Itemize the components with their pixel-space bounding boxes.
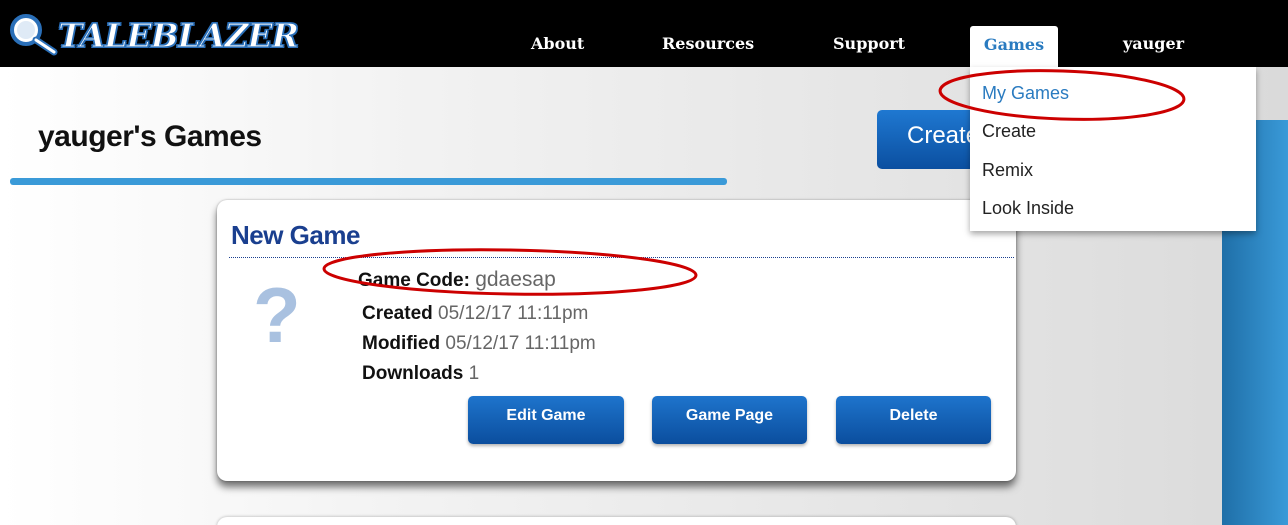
taleblazer-logo[interactable]: TALEBLAZER [6, 10, 300, 60]
dropdown-item-create[interactable]: Create [982, 121, 1036, 142]
delete-game-button[interactable]: Delete [836, 396, 991, 444]
question-mark-icon: ? [253, 271, 301, 359]
game-code-label: Game Code: [358, 270, 470, 291]
magnifier-icon [10, 14, 58, 56]
game-page-button[interactable]: Game Page [652, 396, 807, 444]
top-nav-bar: TALEBLAZER About Resources Support yauge… [0, 0, 1288, 67]
card-divider [229, 257, 1014, 258]
nav-support[interactable]: Support [833, 34, 905, 58]
dropdown-item-remix[interactable]: Remix [982, 160, 1033, 181]
modified-label: Modified [362, 333, 441, 354]
downloads-value: 1 [468, 363, 480, 384]
dropdown-item-look-inside[interactable]: Look Inside [982, 198, 1074, 219]
games-dropdown-menu: My Games Create Remix Look Inside [970, 67, 1256, 231]
title-underline [10, 178, 727, 185]
edit-game-button[interactable]: Edit Game [468, 396, 624, 444]
downloads-label: Downloads [362, 363, 464, 384]
created-value: 05/12/17 11:11pm [438, 303, 589, 324]
nav-games[interactable]: Games [970, 26, 1058, 67]
created-label: Created [362, 303, 433, 324]
game-code-value: gdaesap [475, 268, 556, 291]
nav-about[interactable]: About [531, 34, 584, 58]
page-title: yauger's Games [38, 120, 262, 153]
logo-text: TALEBLAZER [57, 15, 299, 55]
game-card: New Game ? Game Code: gdaesap Created 05… [217, 200, 1016, 481]
nav-resources[interactable]: Resources [662, 34, 754, 58]
modified-value: 05/12/17 11:11pm [445, 333, 596, 354]
game-title[interactable]: New Game [231, 220, 360, 251]
dropdown-item-my-games[interactable]: My Games [982, 83, 1069, 104]
created-row: Created 05/12/17 11:11pm [362, 303, 588, 325]
downloads-row: Downloads 1 [362, 363, 479, 385]
game-code-row: Game Code: gdaesap [358, 268, 556, 292]
next-game-card [217, 517, 1016, 525]
nav-user[interactable]: yauger [1123, 34, 1184, 58]
modified-row: Modified 05/12/17 11:11pm [362, 333, 596, 355]
